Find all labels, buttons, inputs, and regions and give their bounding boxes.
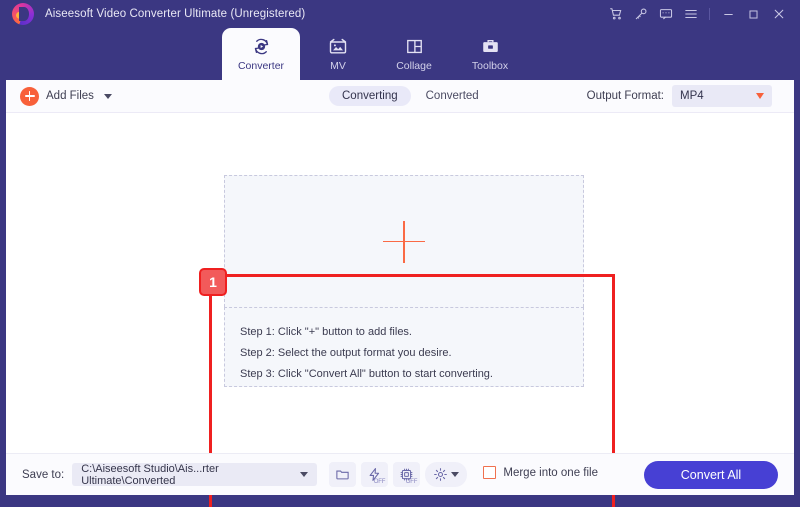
segment-converted[interactable]: Converted <box>413 86 492 106</box>
status-segmented-control: Converting Converted <box>329 86 492 106</box>
instruction-step-2: Step 2: Select the output format you des… <box>240 347 452 359</box>
annotation-badge-1: 1 <box>199 268 227 296</box>
output-format-group: Output Format: MP4 <box>587 85 772 107</box>
app-title: Aiseesoft Video Converter Ultimate (Unre… <box>45 8 306 20</box>
hardware-acceleration-icon[interactable]: OFF <box>361 462 389 487</box>
tab-converter-label: Converter <box>237 60 285 72</box>
chevron-down-icon <box>756 93 764 99</box>
maximize-icon[interactable] <box>741 1 766 27</box>
chevron-down-icon[interactable] <box>103 93 112 99</box>
merge-checkbox[interactable] <box>483 466 497 479</box>
main-toolbar: Add Files Converting Converted Output Fo… <box>6 80 794 113</box>
converter-icon <box>252 36 271 57</box>
toolbar-divider <box>709 8 710 20</box>
output-format-label: Output Format: <box>586 90 664 102</box>
tab-toolbox-label: Toolbox <box>471 60 509 72</box>
mv-icon <box>328 36 348 57</box>
gear-icon <box>433 467 448 482</box>
title-bar: Aiseesoft Video Converter Ultimate (Unre… <box>0 0 800 28</box>
tab-mv-label: MV <box>330 60 346 72</box>
add-files-button[interactable]: Add Files <box>20 86 112 106</box>
bottom-bar: Save to: C:\Aiseesoft Studio\Ais...rter … <box>6 453 794 495</box>
plus-icon[interactable] <box>383 220 425 263</box>
menu-icon[interactable] <box>678 1 703 27</box>
bottom-icon-group: OFF OFF <box>329 462 468 487</box>
toolbox-icon <box>481 36 500 57</box>
merge-label: Merge into one file <box>503 466 598 479</box>
tab-mv[interactable]: MV <box>300 28 376 80</box>
tab-collage[interactable]: Collage <box>376 28 452 80</box>
chat-icon[interactable] <box>653 1 678 27</box>
tab-converter[interactable]: Converter <box>222 28 300 80</box>
hardware-acceleration-off-label: OFF <box>373 479 386 485</box>
instruction-step-3: Step 3: Click "Convert All" button to st… <box>240 368 493 380</box>
output-format-value: MP4 <box>680 90 704 102</box>
settings-button[interactable] <box>425 462 468 487</box>
merge-into-one-file-option[interactable]: Merge into one file <box>483 466 598 479</box>
chevron-down-icon <box>300 472 309 477</box>
segment-converting[interactable]: Converting <box>329 86 411 106</box>
tab-bar: Converter MV Collage Toolbox <box>0 28 800 80</box>
add-files-label: Add Files <box>46 90 94 102</box>
folder-icon[interactable] <box>329 462 357 487</box>
cart-icon[interactable] <box>603 1 628 27</box>
convert-all-button[interactable]: Convert All <box>644 461 778 489</box>
save-to-path-value: C:\Aiseesoft Studio\Ais...rter Ultimate\… <box>81 462 219 487</box>
close-icon[interactable] <box>766 1 791 27</box>
window-controls <box>603 0 791 28</box>
drop-area-plus[interactable] <box>224 175 584 307</box>
chevron-down-icon <box>451 472 460 477</box>
main-content: Step 1: Click "+" button to add files. S… <box>6 113 794 507</box>
aiseesoft-logo-icon <box>12 3 34 25</box>
instructions-panel: Step 1: Click "+" button to add files. S… <box>224 307 584 387</box>
file-drop-zone[interactable]: Step 1: Click "+" button to add files. S… <box>224 175 584 387</box>
plus-circle-icon <box>20 86 39 106</box>
output-format-select[interactable]: MP4 <box>672 85 772 107</box>
gpu-chip-icon[interactable]: OFF <box>393 462 421 487</box>
gpu-off-label: OFF <box>405 479 418 485</box>
minimize-icon[interactable] <box>716 1 741 27</box>
key-icon[interactable] <box>628 1 653 27</box>
collage-icon <box>405 36 424 57</box>
tab-toolbox[interactable]: Toolbox <box>452 28 528 80</box>
app-window: Aiseesoft Video Converter Ultimate (Unre… <box>0 0 800 507</box>
tab-collage-label: Collage <box>396 60 432 72</box>
save-to-path-select[interactable]: C:\Aiseesoft Studio\Ais...rter Ultimate\… <box>72 462 318 487</box>
save-to-label: Save to: <box>22 468 65 481</box>
instruction-step-1: Step 1: Click "+" button to add files. <box>240 326 412 338</box>
